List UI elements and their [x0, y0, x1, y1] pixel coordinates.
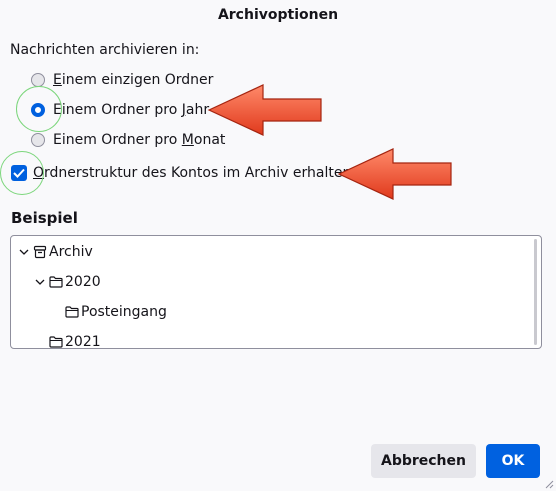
tree-item-2021[interactable]: 2021: [49, 331, 101, 349]
radio-label: Einem Ordner pro Monat: [53, 132, 226, 148]
annotation-arrow-icon: [337, 148, 452, 200]
radio-button[interactable]: [31, 73, 45, 87]
tree-scrollbar[interactable]: [534, 239, 537, 345]
tree-item-2020[interactable]: 2020: [33, 271, 101, 293]
archive-box-icon: [33, 245, 47, 259]
tree-item-label: 2020: [65, 274, 101, 290]
tree-item-label: Posteingang: [81, 304, 167, 320]
example-section-title: Beispiel: [11, 209, 78, 227]
tree-item-archiv[interactable]: Archiv: [17, 241, 93, 263]
radio-folder-per-month[interactable]: Einem Ordner pro Monat: [31, 130, 225, 150]
tree-item-label: 2021: [65, 334, 101, 349]
chevron-down-icon[interactable]: [17, 249, 31, 255]
chevron-down-icon[interactable]: [33, 279, 47, 285]
highlight-circle: [0, 151, 44, 195]
resize-grip-icon[interactable]: [544, 479, 554, 489]
highlight-circle: [16, 86, 62, 132]
folder-icon: [49, 336, 63, 348]
tree-item-label: Archiv: [49, 244, 93, 260]
folder-icon: [65, 306, 79, 318]
radio-label: Einem Ordner pro Jahr: [53, 102, 210, 118]
radio-single-folder[interactable]: Einem einzigen Ordner: [31, 70, 213, 90]
cancel-button[interactable]: Abbrechen: [371, 444, 476, 478]
radio-button[interactable]: [31, 133, 45, 147]
checkbox-label: Ordnerstruktur des Kontos im Archiv erha…: [33, 165, 352, 181]
dialog-title: Archivoptionen: [217, 7, 339, 23]
example-tree[interactable]: Archiv 2020 Posteingang 2021: [10, 235, 542, 349]
folder-icon: [49, 276, 63, 288]
annotation-arrow-icon: [207, 84, 322, 136]
ok-button[interactable]: OK: [486, 444, 540, 478]
keep-folder-structure-checkbox[interactable]: Ordnerstruktur des Kontos im Archiv erha…: [11, 163, 351, 183]
radio-label: Einem einzigen Ordner: [53, 72, 214, 88]
archive-location-label: Nachrichten archivieren in:: [10, 42, 200, 58]
tree-item-posteingang[interactable]: Posteingang: [65, 301, 167, 323]
